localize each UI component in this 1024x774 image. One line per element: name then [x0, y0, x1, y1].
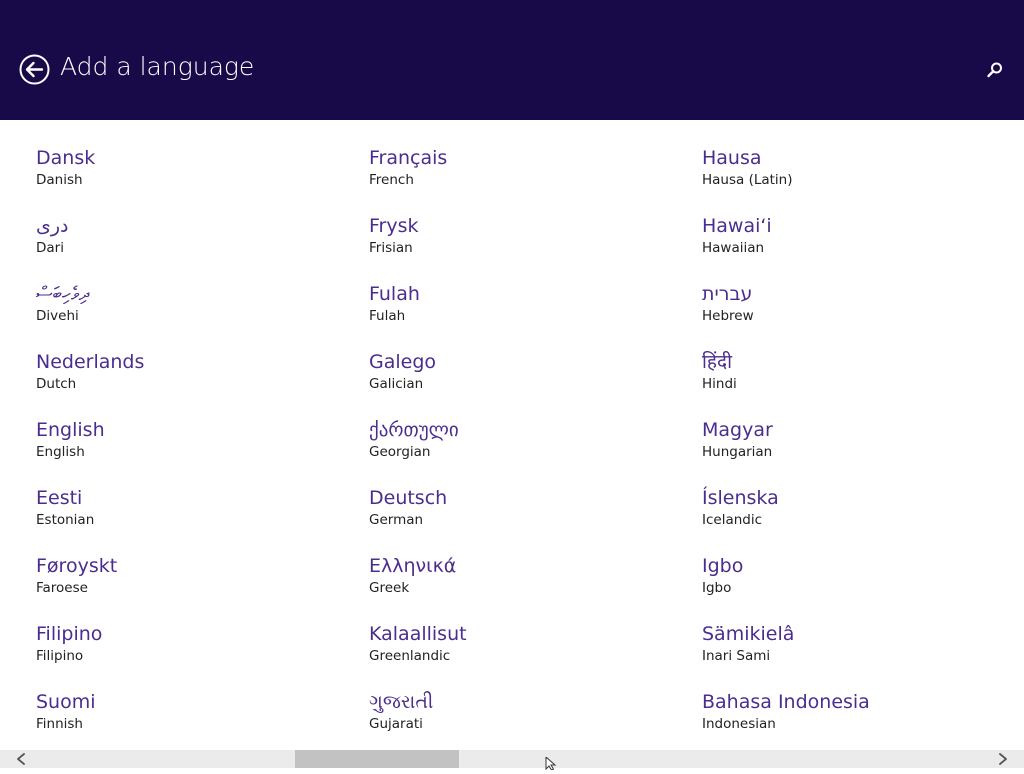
language-native-name: Eesti — [36, 487, 83, 509]
language-english-name: Greenlandic — [369, 648, 451, 664]
language-english-name: Divehi — [36, 308, 79, 324]
language-native-name: Frysk — [369, 215, 419, 237]
language-native-name: درى — [36, 215, 69, 237]
language-english-name: Georgian — [369, 444, 431, 460]
language-item[interactable]: Íslenska Icelandic — [702, 486, 1002, 554]
language-item[interactable]: Suomi Finnish — [36, 690, 336, 758]
language-native-name: Magyar — [702, 419, 773, 441]
language-english-name: Hawaiian — [702, 240, 765, 256]
language-item[interactable]: Frysk Frisian — [369, 214, 669, 282]
language-english-name: Hebrew — [702, 308, 754, 324]
language-native-name: ગુજરાતી — [369, 691, 434, 713]
language-column: Hausa Hausa (Latin) Hawaiʻi Hawaiian עברית… — [702, 146, 1002, 758]
language-native-name: Sämikielâ — [702, 623, 795, 645]
chevron-left-icon — [17, 753, 25, 765]
chevron-right-icon — [999, 753, 1007, 765]
language-english-name: Hungarian — [702, 444, 773, 460]
language-item[interactable]: Nederlands Dutch — [36, 350, 336, 418]
language-item[interactable]: עברית Hebrew — [702, 282, 1002, 350]
language-english-name: Greek — [369, 580, 410, 596]
language-native-name: Igbo — [702, 555, 744, 577]
language-english-name: Frisian — [369, 240, 413, 256]
language-native-name: Dansk — [36, 147, 96, 169]
language-english-name: Hausa (Latin) — [702, 172, 793, 188]
back-arrow-circle-icon — [19, 54, 50, 85]
language-item[interactable]: Føroyskt Faroese — [36, 554, 336, 622]
language-english-name: Filipino — [36, 648, 84, 664]
language-item[interactable]: Français French — [369, 146, 669, 214]
language-english-name: Danish — [36, 172, 83, 188]
language-english-name: Gujarati — [369, 716, 423, 732]
language-item[interactable]: Deutsch German — [369, 486, 669, 554]
language-grid: Dansk Danish درى Dari ދިވެހިބަސް Divehi Ned… — [0, 120, 1024, 750]
language-english-name: Hindi — [702, 376, 737, 392]
scroll-left-button[interactable] — [12, 750, 30, 768]
language-native-name: ქართული — [369, 419, 459, 441]
search-button[interactable] — [985, 60, 1005, 80]
search-icon — [987, 62, 1002, 78]
language-item[interactable]: Ελληνικά Greek — [369, 554, 669, 622]
language-native-name: Nederlands — [36, 351, 145, 373]
language-native-name: Fulah — [369, 283, 420, 305]
language-native-name: Bahasa Indonesia — [702, 691, 870, 713]
language-native-name: Hausa — [702, 147, 762, 169]
language-native-name: Suomi — [36, 691, 96, 713]
language-item[interactable]: Hausa Hausa (Latin) — [702, 146, 1002, 214]
language-english-name: Dari — [36, 240, 64, 256]
language-column: Dansk Danish درى Dari ދިވެހިބަސް Divehi Ned… — [36, 146, 336, 758]
language-item[interactable]: Dansk Danish — [36, 146, 336, 214]
language-native-name: English — [36, 419, 105, 441]
language-item[interactable]: Galego Galician — [369, 350, 669, 418]
language-native-name: Filipino — [36, 623, 103, 645]
language-english-name: Inari Sami — [702, 648, 771, 664]
language-english-name: Dutch — [36, 376, 77, 392]
back-button[interactable] — [19, 54, 50, 85]
language-item[interactable]: Filipino Filipino — [36, 622, 336, 690]
language-native-name: ދިވެހިބަސް — [36, 283, 90, 305]
language-native-name: Íslenska — [702, 487, 779, 509]
language-item[interactable]: Sämikielâ Inari Sami — [702, 622, 1002, 690]
language-item[interactable]: Magyar Hungarian — [702, 418, 1002, 486]
language-english-name: English — [36, 444, 85, 460]
language-item[interactable]: Kalaallisut Greenlandic — [369, 622, 669, 690]
language-native-name: Ελληνικά — [369, 555, 457, 577]
language-english-name: French — [369, 172, 414, 188]
language-english-name: Estonian — [36, 512, 95, 528]
language-english-name: Icelandic — [702, 512, 763, 528]
language-english-name: Galician — [369, 376, 424, 392]
language-item[interactable]: ދިވެހިބަސް Divehi — [36, 282, 336, 350]
language-native-name: Français — [369, 147, 448, 169]
language-english-name: Faroese — [36, 580, 88, 596]
page-title: Add a language — [60, 52, 255, 81]
language-item[interactable]: Fulah Fulah — [369, 282, 669, 350]
language-native-name: Føroyskt — [36, 555, 118, 577]
language-native-name: Hawaiʻi — [702, 215, 772, 237]
horizontal-scrollbar[interactable] — [0, 750, 1024, 768]
scrollbar-thumb[interactable] — [295, 750, 459, 768]
language-native-name: हिंदी — [702, 351, 733, 373]
language-item[interactable]: Hawaiʻi Hawaiian — [702, 214, 1002, 282]
language-item[interactable]: Igbo Igbo — [702, 554, 1002, 622]
language-english-name: Indonesian — [702, 716, 776, 732]
language-column: Français French Frysk Frisian Fulah Fulah G… — [369, 146, 669, 758]
language-item[interactable]: ગુજરાતી Gujarati — [369, 690, 669, 758]
language-native-name: Galego — [369, 351, 437, 373]
language-item[interactable]: Eesti Estonian — [36, 486, 336, 554]
language-english-name: German — [369, 512, 424, 528]
language-native-name: Deutsch — [369, 487, 448, 509]
language-english-name: Finnish — [36, 716, 83, 732]
scroll-right-button[interactable] — [994, 750, 1012, 768]
language-item[interactable]: درى Dari — [36, 214, 336, 282]
language-native-name: Kalaallisut — [369, 623, 467, 645]
page-header: Add a language — [0, 0, 1024, 120]
language-english-name: Igbo — [702, 580, 732, 596]
language-item[interactable]: English English — [36, 418, 336, 486]
language-item[interactable]: Bahasa Indonesia Indonesian — [702, 690, 1002, 758]
language-item[interactable]: ქართული Georgian — [369, 418, 669, 486]
language-english-name: Fulah — [369, 308, 406, 324]
language-item[interactable]: हिंदी Hindi — [702, 350, 1002, 418]
language-native-name: עברית — [702, 283, 753, 305]
